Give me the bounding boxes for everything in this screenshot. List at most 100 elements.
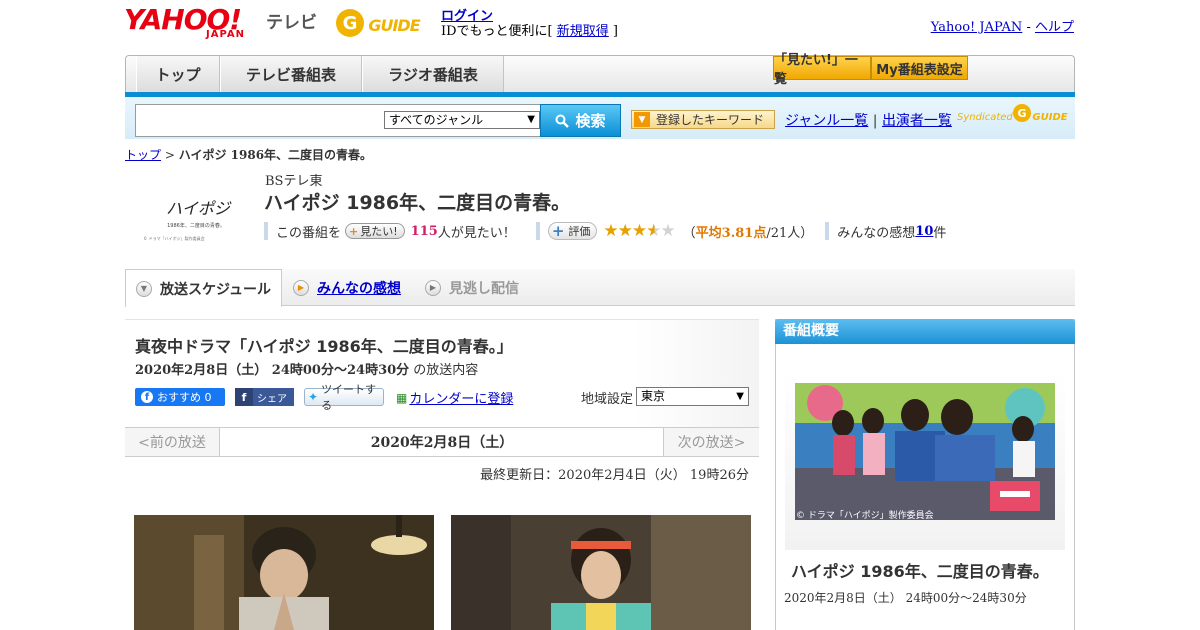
program-meta: この番組を + 見たい! 115 人が見たい！ + 評価 ★★★★★ （平均3.81… [264, 221, 946, 241]
nav-tab-top[interactable]: トップ [136, 56, 220, 93]
genre-select[interactable]: すべてのジャンル ▼ [384, 111, 540, 129]
meta-divider [535, 222, 540, 240]
program-summary-header: 番組概要 [775, 319, 1075, 344]
program-logo: ハイポジ 1986年、二度目の青春。 © ドラマ「ハイポジ」製作委員会 [143, 199, 231, 241]
tab-broadcast-schedule[interactable]: ▼ 放送スケジュール [125, 269, 282, 307]
fb-label: おすすめ 0 [157, 391, 212, 404]
broadcast-suffix: の放送内容 [409, 363, 479, 378]
tab-missed-streaming[interactable]: ▶ 見逃し配信 [425, 269, 519, 306]
chevron-down-icon: ▼ [136, 280, 152, 297]
review-prefix: みんなの感想 [837, 225, 916, 241]
plus-icon: + [551, 222, 565, 240]
tv-label: テレビ [266, 13, 317, 33]
login-sub-text: IDでもっと便利に[ [441, 24, 557, 39]
region-value: 東京 [641, 389, 666, 403]
facebook-icon: f [141, 391, 153, 403]
breadcrumb-current: ハイポジ 1986年、二度目の青春。 [178, 148, 373, 162]
share-label: シェア [257, 393, 287, 405]
next-broadcast-link[interactable]: 次の放送> [663, 428, 759, 456]
genre-select-value: すべてのジャンル [389, 113, 484, 127]
facebook-recommend-button[interactable]: f おすすめ 0 [135, 388, 225, 406]
search-links: ジャンル一覧 | 出演者一覧 [785, 110, 952, 130]
tab-reviews[interactable]: ▶ みんなの感想 [293, 269, 401, 306]
review-suffix: 件 [933, 225, 947, 241]
schedule-time: 2020年2月8日（土） 24時00分～24時30分 の放送内容 [135, 359, 478, 378]
star-icon: ★ [646, 221, 661, 241]
meta-divider [825, 222, 830, 240]
header-links: Yahoo! JAPAN - ヘルプ [931, 16, 1074, 35]
current-broadcast-date: 2020年2月8日（土） [220, 428, 664, 456]
twitter-bird-icon: ✦ [308, 390, 319, 404]
plus-icon: + [349, 224, 359, 238]
scene-photo-2 [451, 515, 751, 630]
rating-button-label: 評価 [568, 225, 591, 238]
breadcrumb-sep: > [161, 148, 179, 162]
mitai-button[interactable]: + 見たい! [345, 223, 405, 239]
program-title: ハイポジ 1986年、二度目の青春。 [264, 192, 571, 214]
svg-text:G: G [343, 13, 358, 34]
tab-label: 見逃し配信 [449, 280, 519, 297]
rating-stars: ★★★★★ [603, 221, 675, 241]
schedule-title: 真夜中ドラマ「ハイポジ 1986年、二度目の青春。」 [135, 337, 513, 356]
tweet-button[interactable]: ✦ ツイートする [304, 383, 384, 412]
login-sub: IDでもっと便利に[ 新規取得 ] [441, 20, 618, 39]
dropdown-arrow-icon: ▼ [736, 391, 744, 402]
broadcast-pager: <前の放送 2020年2月8日（土） 次の放送> [125, 427, 759, 457]
yahoo-japan-link[interactable]: Yahoo! JAPAN [931, 20, 1023, 35]
genre-list-link[interactable]: ジャンル一覧 [785, 113, 868, 129]
channel-name: BSテレ東 [265, 174, 323, 189]
avg-open: （ [682, 225, 696, 241]
svg-text:GUIDE: GUIDE [368, 16, 420, 35]
watch-prefix: この番組を [276, 225, 342, 241]
my-schedule-button[interactable]: My番組表設定 [871, 56, 968, 80]
mitai-list-button[interactable]: 「見たい!」一覧 [773, 53, 871, 87]
yahoo-japan-sublogo: JAPAN [206, 29, 245, 40]
svg-text:G: G [1017, 107, 1026, 120]
svg-text:GUIDE: GUIDE [1032, 112, 1067, 123]
syndicated-gguide-logo: G GUIDE [1013, 104, 1068, 123]
prev-broadcast-link[interactable]: <前の放送 [125, 428, 220, 456]
registered-keyword-button[interactable]: ▼ 登録したキーワード [631, 110, 775, 129]
sub-tabs: ▼ 放送スケジュール ▶ みんなの感想 ▶ 見逃し配信 [125, 269, 1075, 307]
search-icon [555, 114, 570, 128]
login-sub-close: ] [608, 24, 618, 39]
gguide-logo[interactable]: G GUIDE [334, 6, 434, 40]
calendar-label: カレンダーに登録 [409, 392, 514, 407]
star-icon: ★ [660, 221, 675, 241]
region-select[interactable]: 東京 ▼ [636, 387, 749, 406]
nav-tab-tv-schedule[interactable]: テレビ番組表 [220, 56, 362, 93]
register-link[interactable]: 新規取得 [557, 24, 609, 39]
review-count-link[interactable]: 10 [915, 224, 933, 239]
performer-list-link[interactable]: 出演者一覧 [882, 113, 952, 129]
star-icon: ★ [617, 221, 633, 241]
dropdown-arrow-icon: ▼ [527, 114, 535, 125]
syndicated-label: Syndicated [957, 112, 1013, 123]
region-label: 地域設定 [581, 392, 634, 407]
summary-broadcast-time: 2020年2月8日（土） 24時00分～24時30分 [784, 591, 1027, 605]
main-nav: トップ テレビ番組表 ラジオ番組表 「見たい!」一覧 My番組表設定 [125, 53, 1075, 93]
breadcrumb-top-link[interactable]: トップ [125, 148, 161, 162]
breadcrumb: トップ > ハイポジ 1986年、二度目の青春。 [125, 146, 372, 163]
facebook-icon: f [235, 388, 253, 406]
star-icon: ★ [631, 221, 647, 241]
broadcast-datetime: 2020年2月8日（土） 24時00分～24時30分 [135, 363, 410, 378]
calendar-plus-icon: ▦ [396, 390, 408, 405]
mitai-button-label: 見たい! [360, 225, 398, 238]
scene-photo-1 [134, 515, 434, 630]
header-separator: - [1022, 20, 1035, 35]
tab-label: みんなの感想 [317, 280, 401, 297]
mitai-count: 115 [410, 223, 438, 239]
search-button[interactable]: 検索 [540, 104, 621, 137]
chevron-right-icon: ▶ [425, 279, 441, 296]
facebook-share-button[interactable]: f シェア [235, 388, 294, 406]
calendar-register-link[interactable]: ▦ カレンダーに登録 [396, 388, 514, 408]
program-key-visual [795, 383, 1055, 520]
nav-tab-radio-schedule[interactable]: ラジオ番組表 [362, 56, 504, 93]
rating-button[interactable]: + 評価 [547, 222, 598, 240]
search-button-label: 検索 [575, 112, 606, 130]
svg-text:© ドラマ「ハイポジ」製作委員会: © ドラマ「ハイポジ」製作委員会 [143, 235, 204, 241]
link-divider: | [868, 113, 882, 129]
keyword-button-label: 登録したキーワード [656, 113, 765, 127]
help-link[interactable]: ヘルプ [1035, 20, 1074, 35]
rating-people: /21人 [766, 225, 801, 241]
